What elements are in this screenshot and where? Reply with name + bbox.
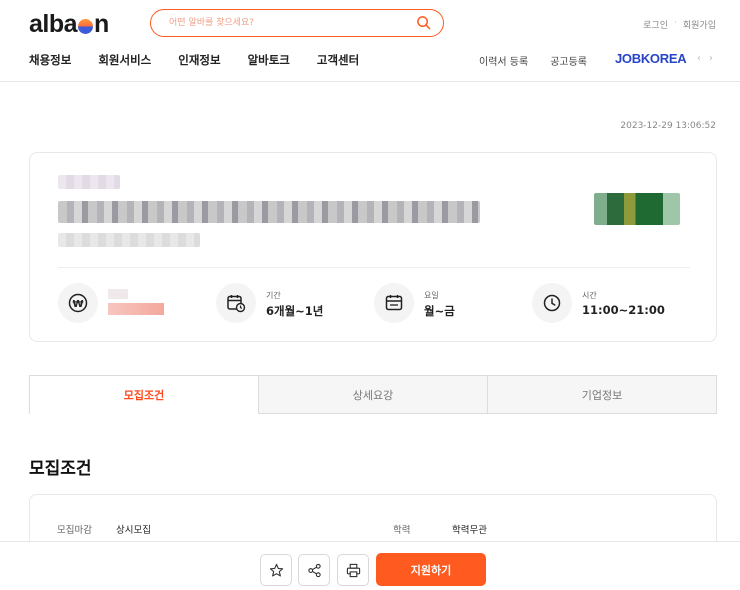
- search-icon[interactable]: [416, 15, 431, 30]
- share-icon: [308, 563, 321, 578]
- job-subinfo-blurred: [58, 233, 200, 247]
- won-icon: ₩: [68, 293, 88, 313]
- signup-link[interactable]: 회원가입: [683, 18, 716, 31]
- condition-key: 모집마감: [57, 525, 92, 536]
- logo-sun-icon: [78, 19, 94, 34]
- bottom-action-bar: 지원하기: [0, 541, 740, 590]
- nav-item-customer-center[interactable]: 고객센터: [317, 52, 359, 68]
- info-value: 11:00~21:00: [582, 303, 665, 317]
- login-link[interactable]: 로그인: [643, 18, 668, 31]
- info-value: 6개월~1년: [266, 304, 324, 318]
- nav-item-talent[interactable]: 인재정보: [178, 52, 220, 68]
- search-box: [150, 9, 444, 37]
- job-summary-card: ₩ 기간 6개월~1년 요일 월~금 시간 11:00~21:00: [29, 152, 717, 342]
- share-button[interactable]: [298, 554, 330, 586]
- logo-text-left: alba: [29, 10, 78, 38]
- albamon-logo[interactable]: alba n: [29, 10, 109, 39]
- detail-tabs: 모집조건 상세요강 기업정보: [29, 375, 717, 414]
- util-links: 로그인 · 회원가입: [643, 18, 716, 31]
- info-label: 기간: [266, 291, 281, 300]
- clock-icon: [543, 294, 561, 312]
- calendar-icon: [385, 295, 403, 311]
- tab-recruit-conditions[interactable]: 모집조건: [29, 375, 259, 414]
- scrap-button[interactable]: [260, 554, 292, 586]
- partner-arrows: ‹ ›: [697, 53, 713, 64]
- pay-type-blurred: [108, 289, 128, 299]
- print-button[interactable]: [337, 554, 369, 586]
- nav-item-jobs[interactable]: 채용정보: [29, 52, 71, 68]
- condition-value: 학력무관: [452, 525, 487, 536]
- separator-dot: ·: [674, 18, 677, 28]
- svg-text:₩: ₩: [72, 299, 83, 310]
- post-register-link[interactable]: 공고등록: [550, 53, 587, 68]
- calendar-clock-icon: [227, 295, 246, 313]
- logo-text-right: n: [94, 10, 109, 38]
- main-nav: 채용정보 회원서비스 인재정보 알바토크 고객센터: [29, 52, 359, 68]
- chevron-left-icon[interactable]: ‹: [697, 53, 701, 64]
- condition-deadline: 모집마감 상시모집: [57, 522, 151, 536]
- star-icon: [269, 563, 284, 577]
- section-title: 모집조건: [29, 459, 92, 479]
- apply-button[interactable]: 지원하기: [376, 553, 486, 586]
- condition-key: 학력: [393, 525, 411, 536]
- card-divider: [58, 267, 690, 268]
- pay-amount-blurred: [108, 303, 164, 315]
- resume-register-link[interactable]: 이력서 등록: [479, 53, 528, 68]
- nav-right: 이력서 등록 공고등록: [479, 53, 587, 68]
- tab-detail-guide[interactable]: 상세요강: [259, 375, 488, 414]
- posted-date: 2023-12-29 13:06:52: [620, 121, 716, 131]
- company-name-blurred: [58, 175, 120, 189]
- condition-value: 상시모집: [116, 525, 151, 536]
- info-label: 요일: [424, 291, 439, 300]
- tab-company-info[interactable]: 기업정보: [488, 375, 717, 414]
- info-value: 월~금: [424, 304, 455, 318]
- nav-item-member-services[interactable]: 회원서비스: [98, 52, 151, 68]
- condition-education: 학력 학력무관: [393, 522, 487, 536]
- info-label: 시간: [582, 291, 597, 300]
- job-title-blurred: [58, 201, 480, 223]
- company-logo-blurred: [594, 193, 680, 225]
- printer-icon: [346, 563, 361, 578]
- search-input[interactable]: [169, 15, 399, 31]
- site-header: alban 로그인 · 회원가입 채용정보 회원서비스 인재정보 알바토크 고객…: [0, 0, 740, 82]
- jobkorea-logo[interactable]: JOBKOREA: [615, 51, 687, 66]
- nav-item-albatalk[interactable]: 알바토크: [248, 52, 290, 68]
- chevron-right-icon[interactable]: ›: [709, 53, 713, 64]
